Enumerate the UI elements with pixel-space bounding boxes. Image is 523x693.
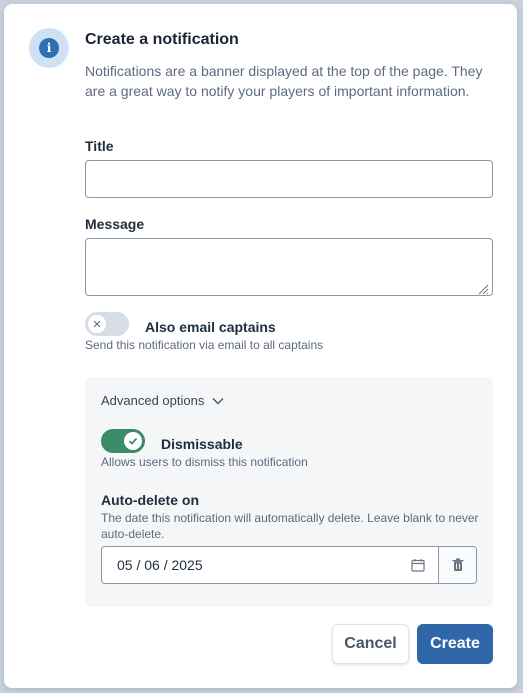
resize-grip-icon[interactable] xyxy=(477,283,489,295)
dismissable-toggle[interactable] xyxy=(101,429,145,453)
advanced-options-label: Advanced options xyxy=(101,393,205,408)
clear-date-button[interactable] xyxy=(438,547,476,583)
auto-delete-date-input[interactable]: 05 / 06 / 2025 xyxy=(102,547,398,583)
auto-delete-label: Auto-delete on xyxy=(101,492,199,508)
auto-delete-date-field: 05 / 06 / 2025 xyxy=(101,546,477,584)
message-textarea[interactable] xyxy=(85,238,493,296)
dismissable-label: Dismissable xyxy=(161,436,243,452)
toggle-off-x-icon: ✕ xyxy=(88,315,106,333)
advanced-options-toggle[interactable]: Advanced options xyxy=(101,393,224,408)
dialog-title: Create a notification xyxy=(85,31,239,48)
auto-delete-hint: The date this notification will automati… xyxy=(101,511,479,541)
info-icon: i xyxy=(39,38,59,58)
email-captains-label: Also email captains xyxy=(145,319,276,335)
email-captains-hint: Send this notification via email to all … xyxy=(85,338,324,352)
dialog-description: Notifications are a banner displayed at … xyxy=(85,63,483,99)
trash-icon xyxy=(452,558,463,571)
cancel-button[interactable]: Cancel xyxy=(332,624,409,664)
info-badge: i xyxy=(29,28,69,68)
check-icon xyxy=(124,432,142,450)
email-captains-toggle[interactable]: ✕ xyxy=(85,312,129,336)
message-label: Message xyxy=(85,216,145,232)
chevron-down-icon xyxy=(212,397,224,404)
create-button[interactable]: Create xyxy=(417,624,493,664)
title-input[interactable] xyxy=(85,160,493,198)
advanced-options-panel: Advanced options Dismissable Allows user… xyxy=(85,377,493,607)
create-notification-dialog: i Create a notification Notifications ar… xyxy=(4,4,517,688)
title-label: Title xyxy=(85,138,114,154)
dismissable-hint: Allows users to dismiss this notificatio… xyxy=(101,455,308,469)
calendar-icon[interactable] xyxy=(398,547,438,583)
